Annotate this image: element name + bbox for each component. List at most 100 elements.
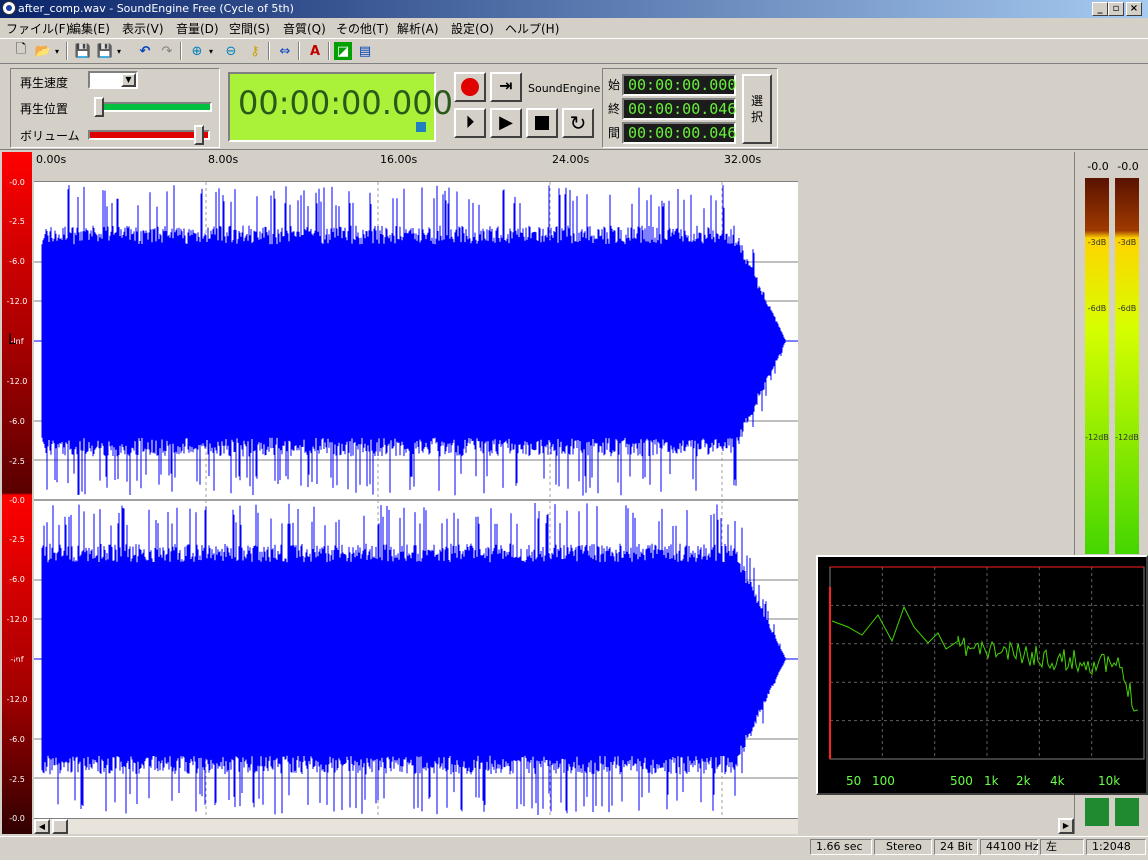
status-rate: 44100 Hz (980, 839, 1039, 855)
spectrum-label: 4k (1050, 774, 1065, 788)
zoom-in-icon[interactable]: ⊕ (188, 42, 206, 60)
waveform-left (41, 185, 786, 496)
position-slider-track[interactable] (94, 102, 212, 112)
menu-file[interactable]: ファイル(F) (6, 20, 70, 37)
scroll-thumb[interactable] (52, 819, 68, 834)
spectrum-view-icon[interactable]: ◪ (334, 42, 352, 60)
save-dropdown-icon[interactable]: ▾ (114, 42, 124, 60)
meter-tick: -3dB (1087, 238, 1107, 247)
scale-label: -0.0 (9, 814, 25, 823)
play-icon: ▶ (499, 112, 513, 133)
ruler-label: 16.00s (380, 153, 418, 166)
save-as-icon[interactable]: 💾 (96, 42, 114, 60)
position-label: 再生位置 (20, 102, 69, 116)
scale-label: -Inf (10, 337, 24, 346)
menu-settings[interactable]: 設定(O) (451, 20, 494, 37)
waveform-area[interactable] (34, 182, 798, 818)
range-length-label: 間 (608, 126, 621, 140)
app-icon[interactable] (2, 1, 16, 15)
menu-edit[interactable]: 編集(E) (69, 20, 110, 37)
scale-label: -12.0 (6, 695, 28, 704)
spectrum-label: 1k (984, 774, 999, 788)
speed-select[interactable]: ▼ (88, 71, 138, 89)
record-button[interactable] (454, 72, 486, 102)
scale-label: -12.0 (6, 297, 28, 306)
menu-volume[interactable]: 音量(D) (176, 20, 219, 37)
loop-button[interactable]: ↻ (562, 108, 594, 138)
menu-other[interactable]: その他(T) (336, 20, 389, 37)
arrow-left-icon: ◀ (38, 822, 46, 831)
scale-label: -2.5 (9, 457, 25, 466)
spectrum-label: 10k (1098, 774, 1121, 788)
status-bar: 1.66 sec Stereo 24 Bit 44100 Hz 左 1:2048 (0, 836, 1148, 860)
meter-view-icon[interactable]: ▤ (356, 42, 374, 60)
ruler-label: 0.00s (36, 153, 67, 166)
speed-label: 再生速度 (20, 76, 69, 90)
minimize-button[interactable]: _ (1092, 2, 1108, 16)
redo-icon[interactable]: ↷ (158, 42, 176, 60)
loop-icon: ↻ (569, 111, 587, 135)
menu-view[interactable]: 表示(V) (122, 20, 164, 37)
close-button[interactable]: × (1126, 2, 1142, 16)
scroll-right-button[interactable]: ▶ (1058, 818, 1074, 834)
range-start-value[interactable]: 00:00:00.000 (622, 74, 736, 96)
toolbar-separator (180, 42, 182, 60)
time-ruler[interactable]: 0.00s 8.00s 16.00s 24.00s 32.00s (34, 152, 798, 182)
position-slider-thumb[interactable] (94, 97, 104, 117)
spectrum-analyzer[interactable]: 50 100 500 1k 2k 4k 10k (816, 555, 1148, 795)
waveform (34, 182, 798, 818)
toolbar-separator (66, 42, 68, 60)
undo-icon[interactable]: ↶ (136, 42, 154, 60)
ruler-label: 8.00s (208, 153, 239, 166)
brand-label: SoundEngine (528, 82, 601, 95)
scroll-left-button[interactable]: ◀ (34, 819, 50, 834)
open-dropdown-icon[interactable]: ▾ (52, 42, 62, 60)
new-file-icon[interactable]: 🗋 (12, 42, 30, 60)
open-folder-icon[interactable]: 📂 (34, 42, 52, 60)
maximize-button[interactable]: ▫ (1108, 2, 1124, 16)
horizontal-scrollbar[interactable]: ◀ ▶ (34, 818, 1074, 834)
scale-label: -6.0 (9, 417, 25, 426)
channel-right-label: R (8, 650, 18, 666)
level-meter-right (1115, 178, 1139, 554)
volume-slider-track[interactable] (88, 130, 210, 140)
scale-label: -6.0 (9, 257, 25, 266)
zoom-dropdown-icon[interactable]: ▾ (206, 42, 216, 60)
meter-tick: -12dB (1115, 433, 1139, 442)
status-zoom: 1:2048 (1086, 839, 1146, 855)
range-length-value[interactable]: 00:00:00.046 (622, 122, 736, 144)
volume-slider-thumb[interactable] (194, 125, 205, 145)
menu-analysis[interactable]: 解析(A) (397, 20, 439, 37)
goto-button[interactable]: ⇥ (490, 72, 522, 102)
range-end-value[interactable]: 00:00:00.046 (622, 98, 736, 120)
stop-icon (535, 116, 549, 130)
fit-width-icon[interactable]: ⇔ (276, 42, 294, 60)
status-indicator (416, 122, 426, 132)
play-button[interactable]: ▶ (490, 108, 522, 138)
menu-help[interactable]: ヘルプ(H) (505, 20, 559, 37)
play-from-start-button[interactable]: ⏵ (454, 108, 486, 138)
status-bits: 24 Bit (934, 839, 978, 855)
time-display-text: 00:00:00.000 (238, 84, 453, 122)
analysis-icon[interactable]: A (306, 42, 324, 60)
zoom-out-icon[interactable]: ⊖ (222, 42, 240, 60)
menu-bar: ファイル(F) 編集(E) 表示(V) 音量(D) 空間(S) 音質(Q) その… (0, 18, 1148, 37)
ruler-label: 24.00s (552, 153, 590, 166)
stop-button[interactable] (526, 108, 558, 138)
scale-label: -6.0 (9, 575, 25, 584)
key-icon[interactable]: ⚷ (246, 42, 264, 60)
meter-tick: -3dB (1117, 238, 1137, 247)
scale-label: -12.0 (6, 377, 28, 386)
peak-right: -0.0 (1117, 160, 1139, 173)
meter-tick: -6dB (1117, 304, 1137, 313)
chevron-down-icon[interactable]: ▼ (121, 73, 136, 87)
window-title: after_comp.wav - SoundEngine Free (Cycle… (18, 2, 294, 15)
menu-quality[interactable]: 音質(Q) (283, 20, 326, 37)
level-scale: -0.0 -2.5 -6.0 -12.0 -Inf -12.0 -6.0 -2.… (2, 152, 32, 834)
level-meter-left (1085, 178, 1109, 554)
scale-label: -6.0 (9, 735, 25, 744)
save-icon[interactable]: 💾 (74, 42, 92, 60)
select-button[interactable]: 選 択 (742, 74, 772, 144)
toolbar-separator (298, 42, 300, 60)
menu-space[interactable]: 空間(S) (229, 20, 270, 37)
